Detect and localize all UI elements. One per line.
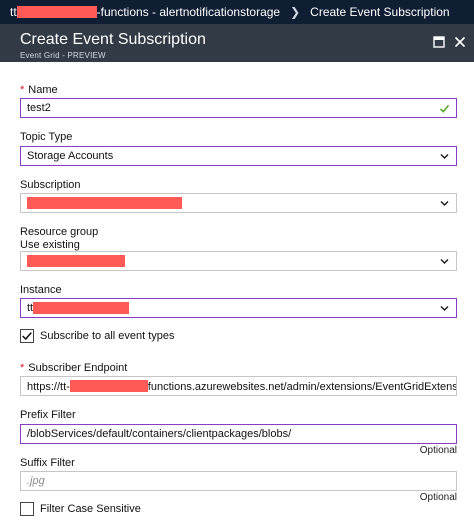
name-value: test2 (27, 102, 51, 114)
maximize-icon[interactable] (433, 36, 445, 48)
redacted-block (16, 6, 97, 18)
required-marker: * (20, 362, 25, 374)
chevron-down-icon (440, 200, 449, 207)
chevron-right-icon: ❯ (290, 5, 301, 19)
breadcrumb: tt -functions - alertnotificationstorage … (0, 0, 474, 24)
resource-group-select[interactable] (20, 251, 457, 271)
redacted-block (27, 197, 182, 209)
topic-type-value: Storage Accounts (27, 150, 114, 162)
blade-subtitle: Event Grid - PREVIEW (20, 51, 106, 60)
breadcrumb-suffix-text: -functions - alertnotificationstorage (96, 5, 281, 19)
resource-group-label: Resource group (20, 226, 99, 238)
suffix-filter-label: Suffix Filter (20, 457, 75, 469)
required-marker: * (20, 84, 25, 96)
topic-type-select[interactable]: Storage Accounts (20, 146, 457, 166)
redacted-block (33, 302, 130, 314)
breadcrumb-link-storage[interactable]: tt -functions - alertnotificationstorage (10, 5, 280, 19)
breadcrumb-prefix-text: tt (10, 5, 17, 19)
checkmark-icon (439, 104, 450, 113)
topic-type-label: Topic Type (20, 131, 73, 143)
endpoint-suffix: functions.azurewebsites.net/admin/extens… (147, 380, 456, 393)
case-sensitive-checkbox[interactable] (20, 502, 34, 516)
instance-select[interactable]: tt (20, 298, 457, 318)
subscriber-endpoint-label-text: Subscriber Endpoint (28, 362, 128, 374)
prefix-filter-input[interactable]: /blobServices/default/containers/clientp… (20, 424, 457, 444)
blade-title: Create Event Subscription (20, 31, 206, 48)
subscriber-endpoint-input[interactable]: https://tt-functions.azurewebsites.net/a… (20, 376, 457, 396)
checkmark-icon (22, 332, 32, 341)
name-label-text: Name (28, 84, 58, 96)
redacted-block (27, 255, 125, 267)
suffix-optional-hint: Optional (419, 492, 457, 503)
breadcrumb-current: Create Event Subscription (310, 5, 450, 19)
subscription-label: Subscription (20, 179, 81, 191)
blade-header: Create Event Subscription Event Grid - P… (0, 24, 474, 62)
subscription-select[interactable] (20, 193, 457, 213)
subscriber-endpoint-value: https://tt-functions.azurewebsites.net/a… (27, 379, 456, 393)
suffix-filter-placeholder: .jpg (27, 475, 45, 487)
prefix-filter-value: /blobServices/default/containers/clientp… (27, 428, 292, 440)
chevron-down-icon (440, 153, 449, 160)
suffix-filter-input[interactable]: .jpg (20, 471, 457, 491)
chevron-down-icon (440, 305, 449, 312)
subscribe-all-checkbox[interactable] (20, 329, 34, 343)
name-input[interactable]: test2 (20, 98, 457, 118)
instance-label: Instance (20, 284, 62, 296)
prefix-optional-hint: Optional (419, 445, 457, 456)
use-existing-label[interactable]: Use existing (20, 239, 80, 251)
prefix-filter-label: Prefix Filter (20, 409, 76, 421)
subscriber-endpoint-label: * Subscriber Endpoint (20, 362, 127, 374)
close-icon[interactable] (454, 36, 466, 48)
chevron-down-icon (440, 258, 449, 265)
case-sensitive-label: Filter Case Sensitive (40, 503, 141, 515)
name-label: * Name (20, 84, 58, 96)
redacted-block (69, 379, 148, 392)
endpoint-prefix: https://tt- (27, 380, 70, 393)
subscribe-all-label: Subscribe to all event types (40, 330, 175, 342)
